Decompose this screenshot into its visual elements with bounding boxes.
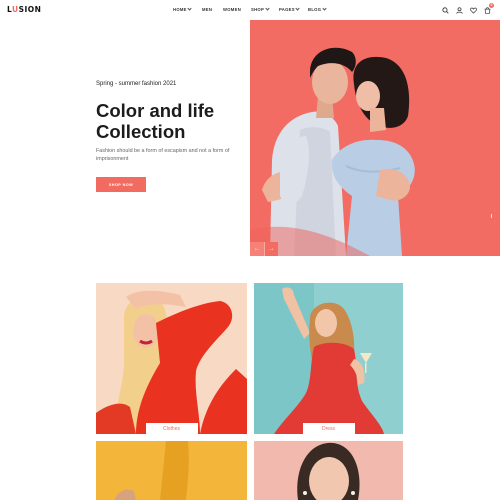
- slider-next-button[interactable]: →: [264, 242, 278, 256]
- nav-item-home[interactable]: HOME: [173, 6, 192, 12]
- chevron-down-icon: [187, 6, 192, 11]
- chevron-down-icon: [322, 6, 327, 11]
- site-header: LUSION HOME MEN WOMEN SHOP PAGES BLOG 0: [0, 0, 500, 20]
- dress-photo: [254, 283, 403, 434]
- category-label-dress[interactable]: Dress: [302, 423, 355, 434]
- category-card-4[interactable]: [254, 441, 403, 500]
- couple-photo: [250, 47, 415, 256]
- hero-title-line-1: Color and life: [96, 100, 215, 121]
- user-icon[interactable]: [455, 6, 463, 14]
- category-label-clothes[interactable]: Clothes: [145, 423, 198, 434]
- nav-item-pages[interactable]: PAGES: [279, 6, 300, 12]
- nav-item-men[interactable]: MEN: [202, 7, 212, 12]
- slider-indicator: [491, 214, 492, 218]
- nav-item-women[interactable]: WOMEN: [223, 7, 241, 12]
- category-card-clothes[interactable]: Clothes: [96, 283, 247, 434]
- category-4-photo: [254, 441, 403, 500]
- header-icons: 0: [441, 3, 494, 14]
- hero-text: Spring - summer fashion 2021 Color and l…: [96, 81, 246, 163]
- logo-accent-letter: U: [12, 5, 19, 14]
- category-card-dress[interactable]: Dress: [254, 283, 403, 434]
- nav-item-shop[interactable]: SHOP: [251, 6, 270, 12]
- hero-title: Color and life Collection: [96, 100, 246, 142]
- category-3-photo: [96, 441, 247, 500]
- cart-count-badge: 0: [489, 3, 494, 8]
- slider-prev-button[interactable]: ←: [250, 242, 264, 256]
- heart-icon[interactable]: [469, 6, 477, 14]
- cart-icon[interactable]: 0: [483, 3, 494, 14]
- hero-description: Fashion should be a form of escapism and…: [96, 148, 230, 162]
- chevron-down-icon: [264, 6, 270, 11]
- nav-item-blog[interactable]: BLOG: [308, 6, 327, 12]
- shop-now-button[interactable]: SHOP NOW: [96, 177, 146, 192]
- hero-title-line-2: Collection: [96, 121, 186, 142]
- slider-controls: ← →: [250, 242, 278, 256]
- search-icon[interactable]: [441, 6, 449, 14]
- logo-rest: SION: [18, 5, 42, 14]
- clothes-photo: [96, 290, 247, 434]
- hero-banner-image: [250, 20, 500, 256]
- brand-logo[interactable]: LUSION: [7, 5, 41, 14]
- hero-subtitle: Spring - summer fashion 2021: [96, 81, 177, 87]
- chevron-down-icon: [295, 6, 300, 11]
- category-card-3[interactable]: [96, 441, 247, 500]
